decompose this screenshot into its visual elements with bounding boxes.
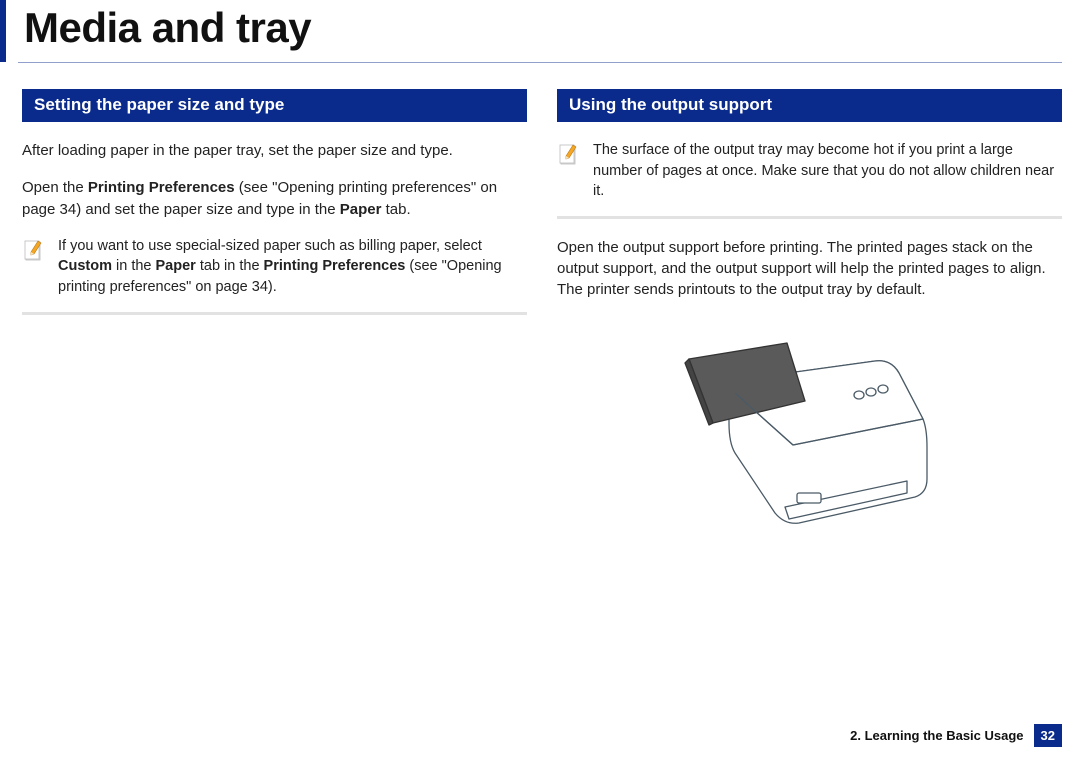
printer-illustration	[675, 317, 945, 527]
left-para-1: After loading paper in the paper tray, s…	[22, 140, 527, 161]
text-fragment: Open the	[22, 179, 88, 196]
pencil-note-icon	[557, 140, 581, 168]
right-para: Open the output support before printing.…	[557, 237, 1062, 301]
footer-chapter: 2. Learning the Basic Usage	[850, 728, 1023, 743]
bold-paper: Paper	[340, 201, 382, 218]
note-text-right: The surface of the output tray may becom…	[593, 140, 1062, 202]
bold-printing-preferences: Printing Preferences	[88, 179, 235, 196]
page-header: Media and tray	[0, 0, 1080, 63]
footer-page-number: 32	[1034, 724, 1062, 747]
section-heading-left: Setting the paper size and type	[22, 89, 527, 122]
title-divider	[18, 62, 1062, 63]
text-fragment: tab.	[381, 201, 410, 218]
note-box-right: The surface of the output tray may becom…	[557, 140, 1062, 219]
page-title: Media and tray	[0, 0, 1080, 62]
bold-custom: Custom	[58, 258, 112, 274]
text-fragment: If you want to use special-sized paper s…	[58, 238, 482, 254]
text-fragment: tab in the	[196, 258, 264, 274]
bold-printing-preferences-2: Printing Preferences	[264, 258, 406, 274]
pencil-note-icon	[22, 236, 46, 264]
note-text-left: If you want to use special-sized paper s…	[58, 236, 527, 298]
text-fragment: in the	[112, 258, 156, 274]
note-box-left: If you want to use special-sized paper s…	[22, 236, 527, 315]
section-heading-right: Using the output support	[557, 89, 1062, 122]
main-content: Setting the paper size and type After lo…	[0, 67, 1080, 527]
bold-paper-2: Paper	[156, 258, 196, 274]
right-column: Using the output support The surface of …	[557, 89, 1062, 527]
left-para-2: Open the Printing Preferences (see "Open…	[22, 177, 527, 220]
left-column: Setting the paper size and type After lo…	[22, 89, 527, 527]
page-footer: 2. Learning the Basic Usage 32	[850, 724, 1062, 747]
